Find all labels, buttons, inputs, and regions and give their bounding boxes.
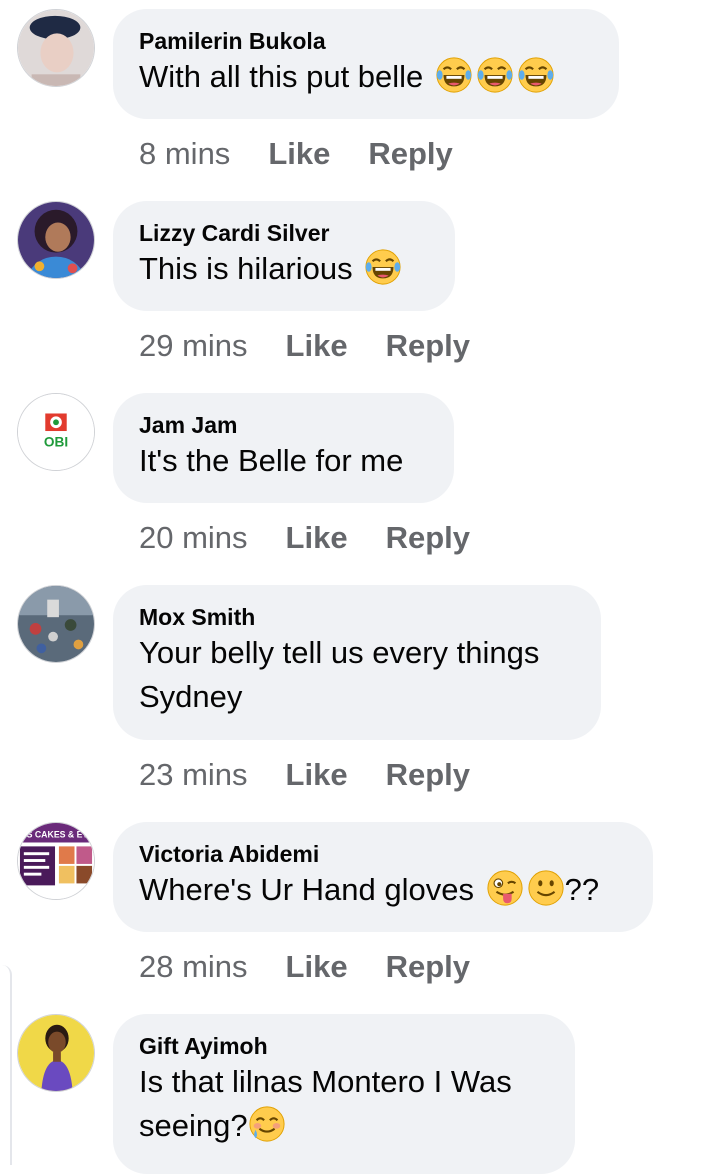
comment-text-line: seeing? <box>139 1108 248 1143</box>
avatar[interactable]: OLA’S CAKES & EVENT <box>17 822 95 900</box>
comment-timestamp[interactable]: 20 mins <box>139 518 248 558</box>
comment-timestamp[interactable]: 28 mins <box>139 947 248 987</box>
comment-timestamp[interactable]: 23 mins <box>139 755 248 795</box>
comment-author[interactable]: Lizzy Cardi Silver <box>139 219 429 247</box>
reply-button[interactable]: Reply <box>386 947 470 987</box>
winking-tongue-emoji-icon <box>486 869 524 907</box>
comment-text-line: Sydney <box>139 679 243 714</box>
comment-meta: 28 mins Like Reply <box>139 947 508 987</box>
comment-meta: 20 mins Like Reply <box>139 518 508 558</box>
laughing-tears-emoji-icon <box>517 56 555 94</box>
slight-smile-emoji-icon <box>527 869 565 907</box>
reply-button[interactable]: Reply <box>386 755 470 795</box>
comment-text-line: Your belly tell us every things <box>139 635 540 670</box>
avatar[interactable] <box>17 201 95 279</box>
avatar[interactable] <box>17 585 95 663</box>
avatar-image-icon <box>18 10 94 86</box>
laughing-tears-emoji-icon <box>364 248 402 286</box>
like-button[interactable]: Like <box>286 518 348 558</box>
comment-author[interactable]: Jam Jam <box>139 411 428 439</box>
comment-text: With all this put belle <box>139 55 593 99</box>
avatar-image-icon <box>18 586 94 662</box>
laughing-tears-emoji-icon <box>435 56 473 94</box>
comment-text-line: This is hilarious <box>139 251 353 286</box>
comment-bubble: Jam Jam It's the Belle for me <box>113 393 454 503</box>
avatar[interactable] <box>17 9 95 87</box>
left-edge-divider <box>0 965 12 1165</box>
comment-text: This is hilarious <box>139 247 429 291</box>
comment-text: seeing? <box>139 1104 549 1148</box>
comment-text: It's the Belle for me <box>139 443 404 478</box>
comment-text: Where's Ur Hand gloves ?? <box>139 868 627 912</box>
comment-author[interactable]: Gift Ayimoh <box>139 1032 549 1060</box>
like-button[interactable]: Like <box>286 947 348 987</box>
svg-text:OBI: OBI <box>44 435 68 450</box>
smiling-with-tear-emoji-icon <box>248 1105 286 1143</box>
cakes-flyer-logo-icon: OLA’S CAKES & EVENT <box>18 823 94 899</box>
like-button[interactable]: Like <box>268 134 330 174</box>
comment-text-line: Is that lilnas Montero I Was <box>139 1064 512 1099</box>
comment-author[interactable]: Victoria Abidemi <box>139 840 627 868</box>
avatar[interactable]: OBI <box>17 393 95 471</box>
avatar-image-icon <box>18 202 94 278</box>
comment-timestamp[interactable]: 29 mins <box>139 326 248 366</box>
comment-author[interactable]: Pamilerin Bukola <box>139 27 593 55</box>
like-button[interactable]: Like <box>286 326 348 366</box>
avatar[interactable] <box>17 1014 95 1092</box>
like-button[interactable]: Like <box>286 755 348 795</box>
comment-text-suffix: ?? <box>564 872 600 907</box>
obi-logo-icon: OBI <box>18 394 94 470</box>
reply-button[interactable]: Reply <box>386 518 470 558</box>
reply-button[interactable]: Reply <box>386 326 470 366</box>
avatar-image-icon <box>18 1015 94 1091</box>
comment-bubble: Pamilerin Bukola With all this put belle <box>113 9 619 119</box>
comment-text-line: Where's Ur Hand gloves <box>139 872 474 907</box>
comment-author[interactable]: Mox Smith <box>139 603 575 631</box>
comment-meta: 23 mins Like Reply <box>139 755 508 795</box>
comment-text-line: With all this put belle <box>139 59 424 94</box>
comment-bubble: Gift Ayimoh Is that lilnas Montero I Was… <box>113 1014 575 1174</box>
reply-button[interactable]: Reply <box>368 134 452 174</box>
comment-meta: 29 mins Like Reply <box>139 326 508 366</box>
comment-meta: 8 mins Like Reply <box>139 134 491 174</box>
svg-text:OLA’S CAKES & EVENT: OLA’S CAKES & EVENT <box>18 830 94 840</box>
comment-bubble: Lizzy Cardi Silver This is hilarious <box>113 201 455 311</box>
comment-timestamp[interactable]: 8 mins <box>139 134 230 174</box>
laughing-tears-emoji-icon <box>476 56 514 94</box>
comment-bubble: Mox Smith Your belly tell us every thing… <box>113 585 601 740</box>
comment-bubble: Victoria Abidemi Where's Ur Hand gloves … <box>113 822 653 932</box>
